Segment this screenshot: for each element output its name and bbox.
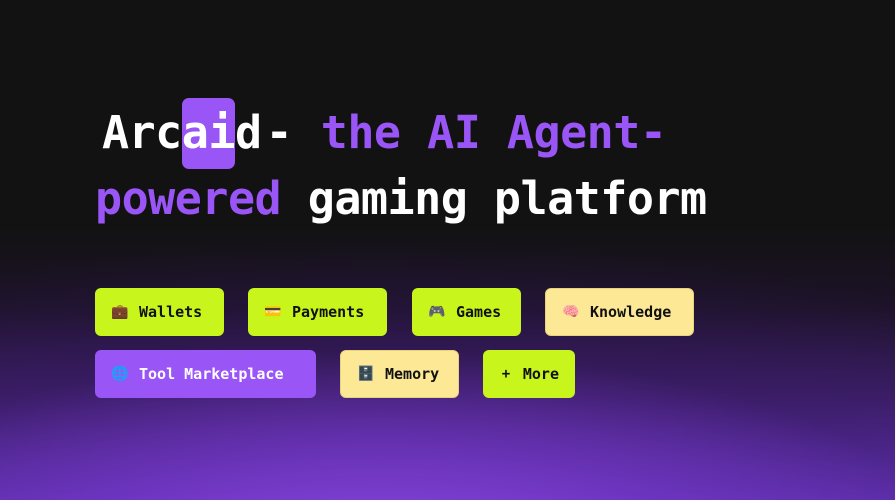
gamepad-icon: 🎮	[428, 304, 446, 320]
hero-headline: Arcaid- the AI Agent- powered gaming pla…	[95, 98, 855, 232]
tag-label: Knowledge	[590, 303, 672, 321]
hero-line-2: powered gaming platform	[95, 166, 855, 232]
tagline-purple-1: the AI Agent-	[320, 106, 667, 159]
tag-label: Tool Marketplace	[139, 365, 284, 383]
tag-memory[interactable]: 🗄️ Memory	[340, 350, 459, 398]
tag-knowledge[interactable]: 🧠 Knowledge	[545, 288, 694, 336]
hero-line-1: Arcaid- the AI Agent-	[95, 98, 855, 169]
file-cabinet-icon: 🗄️	[357, 366, 375, 382]
briefcase-icon: 💼	[111, 304, 129, 320]
tag-tool-marketplace[interactable]: 🌐 Tool Marketplace	[95, 350, 316, 398]
globe-icon: 🌐	[111, 366, 129, 382]
tag-more[interactable]: + More	[483, 350, 575, 398]
tag-label: Memory	[385, 365, 440, 383]
tagline-purple-2: powered	[95, 172, 282, 225]
brand-name: Arcaid	[102, 98, 262, 169]
credit-card-icon: 💳	[264, 304, 282, 320]
tag-label: Payments	[292, 303, 365, 321]
tag-games[interactable]: 🎮 Games	[412, 288, 521, 336]
plus-icon: +	[501, 366, 511, 382]
title-separator: -	[265, 106, 293, 159]
tag-label: More	[522, 365, 559, 383]
tag-wallets[interactable]: 💼 Wallets	[95, 288, 224, 336]
tag-label: Wallets	[139, 303, 203, 321]
brand-highlight: ai	[181, 98, 235, 169]
brain-icon: 🧠	[562, 304, 580, 320]
tag-label: Games	[456, 303, 502, 321]
background-gradient	[0, 0, 895, 500]
tag-payments[interactable]: 💳 Payments	[248, 288, 387, 336]
tagline-white: gaming platform	[307, 172, 707, 225]
